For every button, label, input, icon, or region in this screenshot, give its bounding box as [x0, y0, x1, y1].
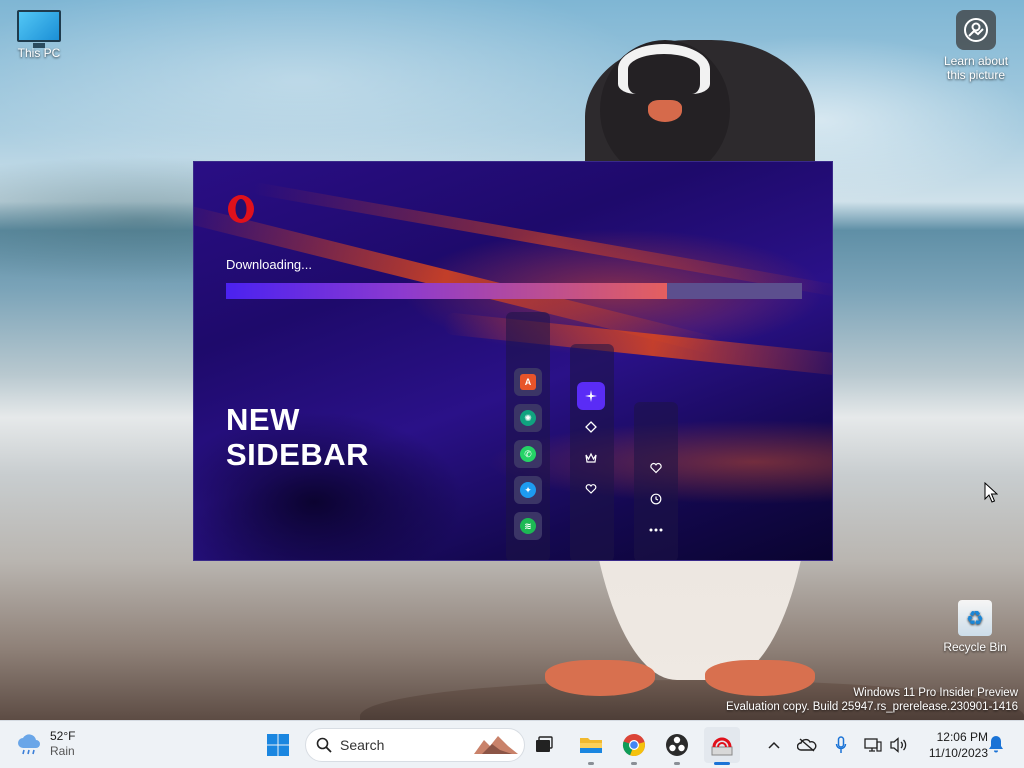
- onedrive-icon[interactable]: [792, 738, 822, 752]
- twitter-icon: ✦: [520, 482, 536, 498]
- wallpaper-penguin-foot: [545, 660, 655, 696]
- camera-lens-icon: [956, 10, 996, 50]
- task-view-icon: [536, 736, 553, 752]
- sidebar-app-chatgpt: ✺: [514, 404, 542, 432]
- mouse-cursor-icon: [984, 482, 998, 503]
- search-highlight-illustration-icon: [474, 736, 518, 754]
- search-placeholder: Search: [340, 737, 385, 753]
- weather-condition: Rain: [50, 744, 75, 758]
- chrome-button[interactable]: [616, 727, 652, 765]
- monitor-icon: [17, 10, 61, 48]
- promo-headline: NEW SIDEBAR: [226, 402, 369, 472]
- opera-installer-window: Downloading... NEW SIDEBAR A ✺ ✆ ✦ ≋: [193, 161, 833, 561]
- start-button[interactable]: [260, 727, 296, 763]
- whatsapp-icon: ✆: [520, 446, 536, 462]
- task-view-button[interactable]: [526, 727, 562, 763]
- watermark-line: Windows 11 Pro Insider Preview: [853, 687, 1018, 699]
- sidebar-app-aria: A: [514, 368, 542, 396]
- download-status-text: Downloading...: [226, 257, 312, 272]
- wallpaper-penguin-beak: [648, 100, 682, 122]
- sidebar-apps-column: A ✺ ✆ ✦ ≋: [506, 312, 550, 560]
- obs-icon: [666, 734, 688, 756]
- sidebar-bottom-column: [634, 402, 678, 560]
- promo-headline-line: NEW: [226, 402, 300, 437]
- aria-icon: A: [520, 374, 536, 390]
- history-icon: [642, 485, 670, 513]
- desktop-icon-label: Recycle Bin: [943, 640, 1007, 654]
- download-progress-fill: [226, 283, 667, 299]
- chrome-icon: [622, 734, 645, 757]
- network-icon[interactable]: [860, 737, 886, 753]
- spotify-icon: ≋: [520, 518, 536, 534]
- running-indicator: [674, 762, 680, 765]
- search-icon: [316, 737, 332, 753]
- file-explorer-button[interactable]: [573, 727, 609, 765]
- windows-build-watermark: Windows 11 Pro Insider Preview Evaluatio…: [726, 686, 1018, 714]
- sidebar-app-spotify: ≋: [514, 512, 542, 540]
- desktop-icon-this-pc[interactable]: This PC: [8, 10, 70, 60]
- taskbar: 52°F Rain Search 12:06 PM 11/10/2023: [0, 720, 1024, 768]
- promo-headline-line: SIDEBAR: [226, 437, 370, 472]
- notification-bell-icon[interactable]: [988, 735, 1006, 755]
- opera-installer-icon: [711, 737, 733, 756]
- taskbar-clock[interactable]: 12:06 PM 11/10/2023: [912, 729, 988, 761]
- sparkle-icon: [577, 382, 605, 410]
- weather-widget[interactable]: 52°F Rain: [16, 729, 75, 759]
- running-indicator: [631, 762, 637, 765]
- file-explorer-icon: [580, 738, 602, 753]
- running-indicator: [588, 762, 594, 765]
- desktop-icon-label-line: this picture: [946, 68, 1006, 82]
- more-icon: [642, 516, 670, 544]
- desktop-icon-learn-about-picture[interactable]: Learn about this picture: [936, 10, 1016, 82]
- heart-icon: [642, 454, 670, 482]
- sidebar-tools-column: [570, 344, 614, 560]
- clock-time: 12:06 PM: [936, 730, 988, 744]
- opera-installer-button[interactable]: [704, 727, 740, 765]
- recycle-bin-icon: ♻: [958, 600, 992, 636]
- clock-date: 11/10/2023: [928, 746, 988, 760]
- system-tray: [764, 721, 912, 768]
- obs-button[interactable]: [659, 727, 695, 765]
- desktop-icon-label: This PC: [17, 46, 61, 60]
- diamond-icon: [577, 413, 605, 441]
- watermark-line: Evaluation copy. Build 25947.rs_prerelea…: [726, 701, 1018, 713]
- windows-start-icon: [267, 734, 289, 756]
- weather-temperature: 52°F: [50, 729, 76, 743]
- download-progress-bar: [226, 283, 802, 299]
- desktop-icon-label-line: Learn about: [943, 54, 1009, 68]
- desktop-icon-recycle-bin[interactable]: ♻ Recycle Bin: [940, 600, 1010, 654]
- crown-icon: [577, 444, 605, 472]
- wallpaper-penguin-cap: [618, 44, 710, 94]
- taskbar-search-box[interactable]: Search: [305, 728, 525, 762]
- decorative-streak: [252, 182, 832, 299]
- volume-icon[interactable]: [886, 737, 912, 753]
- rain-cloud-icon: [18, 734, 40, 755]
- chevron-up-icon[interactable]: [764, 741, 784, 749]
- active-window-indicator: [714, 762, 730, 765]
- opera-logo-icon: [228, 195, 254, 223]
- sidebar-app-twitter: ✦: [514, 476, 542, 504]
- microphone-icon[interactable]: [826, 736, 856, 754]
- sidebar-app-whatsapp: ✆: [514, 440, 542, 468]
- chatgpt-icon: ✺: [520, 410, 536, 426]
- heart-shield-icon: [577, 475, 605, 503]
- desktop-icon-label: Learn about this picture: [936, 54, 1016, 82]
